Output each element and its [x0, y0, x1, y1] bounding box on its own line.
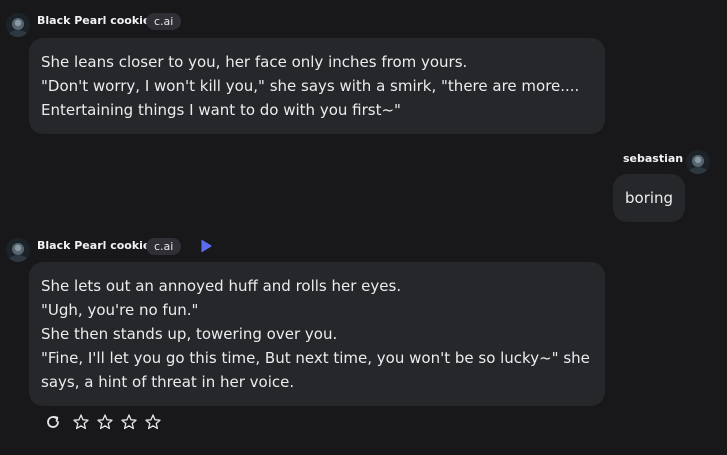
chat-thread: Black Pearl cookie c.ai She leans closer… — [0, 0, 727, 455]
star-icon[interactable] — [120, 413, 138, 431]
message-line: She leans closer to you, her face only i… — [41, 53, 468, 71]
message-line: boring — [625, 189, 674, 207]
star-icon[interactable] — [96, 413, 114, 431]
message-line: She then stands up, towering over you. — [41, 325, 338, 343]
bot-name: Black Pearl cookie — [37, 14, 151, 27]
message-line: "Don't worry, I won't kill you," she say… — [41, 77, 580, 95]
cai-badge: c.ai — [146, 238, 182, 255]
bot-avatar[interactable] — [6, 13, 30, 37]
bot-name: Black Pearl cookie — [37, 239, 151, 252]
star-icon[interactable] — [72, 413, 90, 431]
message-line: Entertaining things I want to do with yo… — [41, 101, 401, 119]
bot-message-bubble: She lets out an annoyed huff and rolls h… — [29, 262, 605, 406]
message-line: says, a hint of threat in her voice. — [41, 373, 295, 391]
user-avatar[interactable] — [686, 150, 710, 174]
user-message-bubble: boring — [613, 174, 685, 222]
star-icon[interactable] — [144, 413, 162, 431]
cai-badge: c.ai — [146, 13, 182, 30]
bot-avatar[interactable] — [6, 238, 30, 262]
message-line: "Ugh, you're no fun." — [41, 301, 199, 319]
user-name: sebastian — [623, 152, 684, 165]
message-line: "Fine, I'll let you go this time, But ne… — [41, 349, 590, 367]
message-line: She lets out an annoyed huff and rolls h… — [41, 277, 402, 295]
bot-message-bubble: She leans closer to you, her face only i… — [29, 38, 605, 134]
refresh-icon[interactable] — [44, 413, 62, 431]
play-icon[interactable] — [199, 239, 213, 253]
